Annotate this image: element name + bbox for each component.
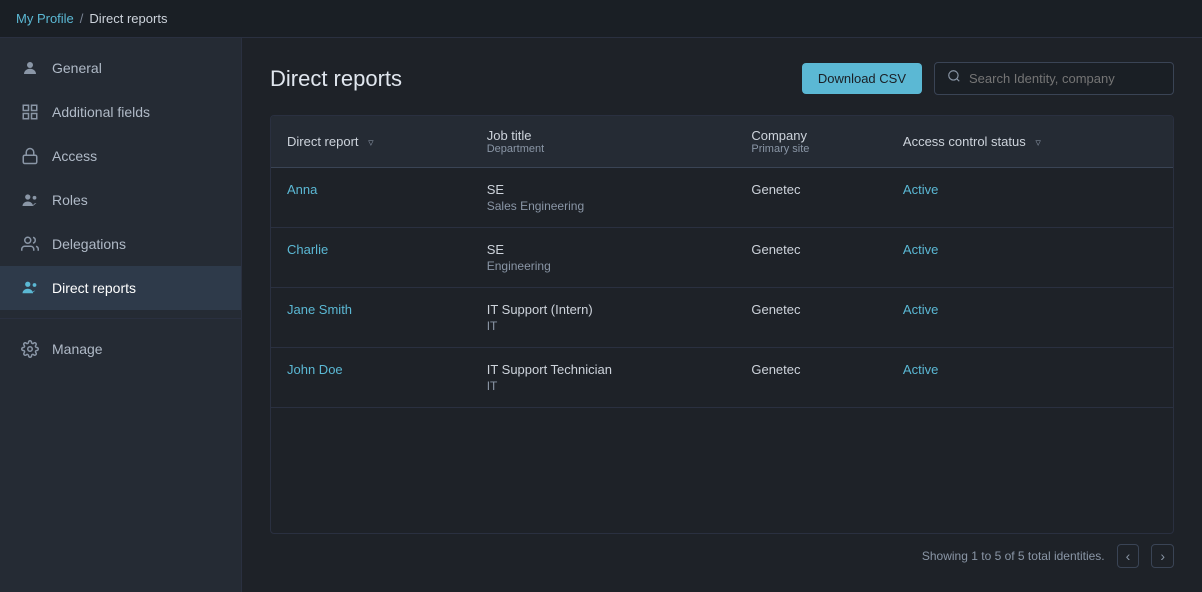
sidebar: General Additional fields Access Roles <box>0 38 242 592</box>
col-access-status: Access control status ▿ <box>887 116 1173 168</box>
topbar: My Profile / Direct reports <box>0 0 1202 38</box>
cell-status: Active <box>887 228 1173 288</box>
sidebar-item-direct-reports[interactable]: Direct reports <box>0 266 241 310</box>
sidebar-label-manage: Manage <box>52 341 103 357</box>
breadcrumb-separator: / <box>80 11 84 26</box>
table-row: Charlie SE Engineering Genetec Active <box>271 228 1173 288</box>
access-status-filter-icon[interactable]: ▿ <box>1035 136 1041 149</box>
access-icon <box>20 146 40 166</box>
header-actions: Download CSV <box>802 62 1174 95</box>
cell-status: Active <box>887 168 1173 228</box>
table-header-row: Direct report ▿ Job title Department Com… <box>271 116 1173 168</box>
sidebar-label-general: General <box>52 60 102 76</box>
pagination-next-button[interactable]: › <box>1151 544 1174 568</box>
search-input[interactable] <box>969 71 1161 86</box>
cell-status: Active <box>887 348 1173 408</box>
direct-reports-icon <box>20 278 40 298</box>
cell-job-title: IT Support Technician IT <box>471 348 736 408</box>
cell-company: Genetec <box>735 228 887 288</box>
identity-link[interactable]: Jane Smith <box>287 302 352 317</box>
table-footer: Showing 1 to 5 of 5 total identities. ‹ … <box>270 534 1174 568</box>
cell-name: Charlie <box>271 228 471 288</box>
cell-job-title: SE Engineering <box>471 228 736 288</box>
sidebar-label-additional-fields: Additional fields <box>52 104 150 120</box>
sidebar-label-access: Access <box>52 148 97 164</box>
manage-icon <box>20 339 40 359</box>
sidebar-item-additional-fields[interactable]: Additional fields <box>0 90 241 134</box>
identity-link[interactable]: Charlie <box>287 242 328 257</box>
pagination-prev-button[interactable]: ‹ <box>1117 544 1140 568</box>
col-direct-report: Direct report ▿ <box>271 116 471 168</box>
cell-name: Anna <box>271 168 471 228</box>
direct-reports-table: Direct report ▿ Job title Department Com… <box>271 116 1173 408</box>
sidebar-item-delegations[interactable]: Delegations <box>0 222 241 266</box>
sidebar-item-access[interactable]: Access <box>0 134 241 178</box>
sidebar-item-roles[interactable]: Roles <box>0 178 241 222</box>
page-header: Direct reports Download CSV <box>270 62 1174 95</box>
roles-icon <box>20 190 40 210</box>
col-job-title: Job title Department <box>471 116 736 168</box>
table-body: Anna SE Sales Engineering Genetec Active… <box>271 168 1173 408</box>
search-box[interactable] <box>934 62 1174 95</box>
table-row: Jane Smith IT Support (Intern) IT Genete… <box>271 288 1173 348</box>
cell-job-title: IT Support (Intern) IT <box>471 288 736 348</box>
table-container: Direct report ▿ Job title Department Com… <box>270 115 1174 534</box>
sidebar-label-delegations: Delegations <box>52 236 126 252</box>
identity-link[interactable]: Anna <box>287 182 317 197</box>
table-row: John Doe IT Support Technician IT Genete… <box>271 348 1173 408</box>
grid-icon <box>20 102 40 122</box>
sidebar-label-direct-reports: Direct reports <box>52 280 136 296</box>
person-icon <box>20 58 40 78</box>
delegations-icon <box>20 234 40 254</box>
sidebar-item-general[interactable]: General <box>0 46 241 90</box>
sidebar-item-manage[interactable]: Manage <box>0 327 241 371</box>
cell-company: Genetec <box>735 348 887 408</box>
breadcrumb-current: Direct reports <box>89 11 167 26</box>
sidebar-divider <box>0 318 241 319</box>
table-row: Anna SE Sales Engineering Genetec Active <box>271 168 1173 228</box>
breadcrumb-link[interactable]: My Profile <box>16 11 74 26</box>
main-layout: General Additional fields Access Roles <box>0 38 1202 592</box>
sidebar-label-roles: Roles <box>52 192 88 208</box>
direct-report-filter-icon[interactable]: ▿ <box>368 136 374 149</box>
cell-company: Genetec <box>735 168 887 228</box>
search-icon <box>947 69 961 88</box>
col-company: Company Primary site <box>735 116 887 168</box>
cell-status: Active <box>887 288 1173 348</box>
content-area: Direct reports Download CSV Direct repor… <box>242 38 1202 592</box>
cell-name: Jane Smith <box>271 288 471 348</box>
cell-name: John Doe <box>271 348 471 408</box>
cell-company: Genetec <box>735 288 887 348</box>
showing-text: Showing 1 to 5 of 5 total identities. <box>922 549 1105 563</box>
page-title: Direct reports <box>270 66 402 92</box>
download-csv-button[interactable]: Download CSV <box>802 63 922 94</box>
cell-job-title: SE Sales Engineering <box>471 168 736 228</box>
identity-link[interactable]: John Doe <box>287 362 343 377</box>
